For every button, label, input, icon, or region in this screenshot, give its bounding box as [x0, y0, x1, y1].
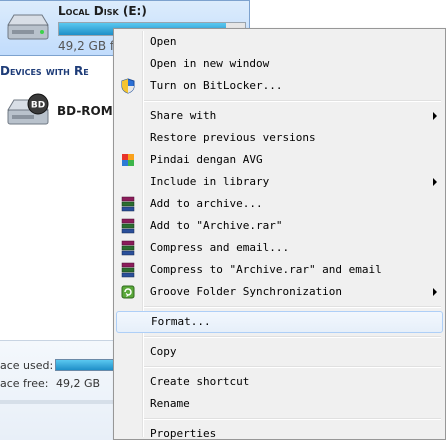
menu-item-compress-to-rar-and-email[interactable]: Compress to "Archive.rar" and email [116, 259, 443, 281]
menu-item-copy[interactable]: Copy [116, 341, 443, 363]
menu-item-share-with[interactable]: Share with [116, 105, 443, 127]
menu-item-rename[interactable]: Rename [116, 393, 443, 415]
menu-item-label: Restore previous versions [150, 131, 316, 144]
menu-item-label: Compress to "Archive.rar" and email [150, 263, 382, 276]
menu-separator [144, 97, 443, 105]
menu-item-open-new-window[interactable]: Open in new window [116, 53, 443, 75]
menu-item-label: Format... [151, 315, 211, 328]
menu-item-label: Create shortcut [150, 375, 250, 388]
menu-item-compress-and-email[interactable]: Compress and email... [116, 237, 443, 259]
winrar-icon [121, 240, 135, 256]
menu-item-label: Compress and email... [150, 241, 290, 254]
menu-item-format[interactable]: Format... [116, 311, 443, 333]
menu-item-label: Pindai dengan AVG [150, 153, 263, 166]
svg-text:BD: BD [31, 101, 45, 111]
space-free-value: 49,2 GB [56, 377, 101, 390]
menu-item-label: Add to archive... [150, 197, 263, 210]
drive-title: Local Disk (E:) [58, 4, 147, 18]
menu-item-label: Open in new window [150, 57, 270, 70]
menu-item-label: Rename [150, 397, 190, 410]
space-used-label: ace used: [0, 359, 54, 372]
menu-item-bitlocker[interactable]: Turn on BitLocker... [116, 75, 443, 97]
menu-separator [144, 363, 443, 371]
winrar-icon [121, 262, 135, 278]
submenu-arrow-icon [433, 288, 437, 296]
menu-item-label: Properties [150, 427, 217, 440]
winrar-icon [121, 218, 135, 234]
space-free-label: ace free: [0, 377, 49, 390]
context-menu: Open Open in new window Turn on BitLocke… [113, 28, 446, 440]
menu-item-label: Copy [150, 345, 177, 358]
menu-item-scan-avg[interactable]: Pindai dengan AVG [116, 149, 443, 171]
menu-item-open[interactable]: Open [116, 31, 443, 53]
menu-item-label: Open [150, 35, 177, 48]
menu-item-label: Share with [150, 109, 217, 122]
space-used-bar [55, 359, 117, 371]
winrar-icon [121, 196, 135, 212]
menu-separator [144, 415, 443, 423]
menu-separator [144, 333, 443, 341]
bd-rom-label[interactable]: BD-ROM D [57, 104, 117, 118]
menu-item-add-to-archive[interactable]: Add to archive... [116, 193, 443, 215]
menu-item-create-shortcut[interactable]: Create shortcut [116, 371, 443, 393]
menu-item-include-in-library[interactable]: Include in library [116, 171, 443, 193]
menu-item-label: Include in library [150, 175, 270, 188]
groove-icon [121, 285, 135, 299]
bd-rom-drive-icon[interactable]: BD [4, 92, 50, 132]
menu-item-label: Add to "Archive.rar" [150, 219, 283, 232]
menu-item-label: Groove Folder Synchronization [150, 285, 343, 298]
menu-item-properties[interactable]: Properties [116, 423, 443, 440]
submenu-arrow-icon [433, 178, 437, 186]
avg-icon [122, 154, 134, 166]
menu-separator [144, 303, 443, 311]
menu-item-groove-sync[interactable]: Groove Folder Synchronization [116, 281, 443, 303]
drive-free-space: 49,2 GB f [58, 39, 115, 53]
menu-item-label: Turn on BitLocker... [150, 79, 283, 92]
shield-icon [121, 78, 135, 94]
menu-item-add-to-archive-rar[interactable]: Add to "Archive.rar" [116, 215, 443, 237]
section-header-devices[interactable]: Devices with Re [0, 64, 118, 80]
menu-item-restore-previous-versions[interactable]: Restore previous versions [116, 127, 443, 149]
hard-disk-icon [7, 14, 49, 40]
submenu-arrow-icon [433, 112, 437, 120]
